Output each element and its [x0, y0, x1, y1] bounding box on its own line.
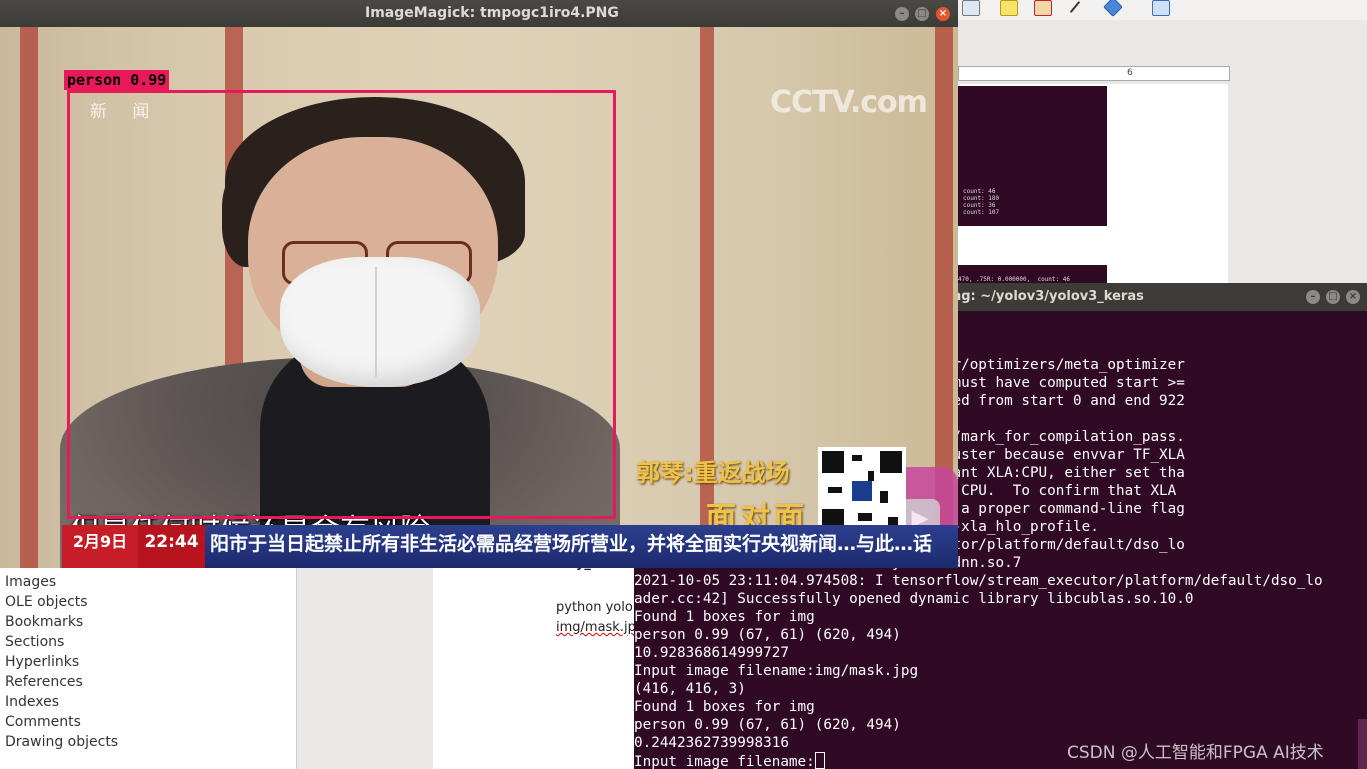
terminal-line: Found 1 boxes for img — [634, 699, 815, 715]
embedded-terminal-screenshot: count: 46 count: 180 count: 36 count: 10… — [958, 86, 1107, 226]
ruler-number: 6 — [1127, 68, 1133, 78]
edit-icon[interactable] — [1034, 0, 1052, 16]
imagemagick-window[interactable]: ImageMagick: tmpogc1iro4.PNG – □ × CCTV.… — [0, 0, 958, 568]
terminal-line: Input image filename:img/mask.jpg — [634, 663, 919, 679]
news-ticker: 2月9日 22:44 阳市于当日起禁止所有非生活必需品经营场所营业，并将全面实行… — [62, 525, 958, 568]
nav-item-images[interactable]: Images — [5, 572, 118, 592]
program-title: 郭琴:重返战场 — [636, 459, 790, 487]
qr-logo — [852, 481, 872, 501]
ticker-time: 22:44 — [138, 525, 205, 568]
navigator-panel: Images OLE objects Bookmarks Sections Hy… — [0, 566, 297, 769]
grid-icon[interactable] — [1152, 0, 1170, 16]
shape-icon[interactable] — [1103, 0, 1123, 17]
nav-item-sections[interactable]: Sections — [5, 632, 118, 652]
qr-module — [880, 491, 888, 503]
nav-item-hyperlinks[interactable]: Hyperlinks — [5, 652, 118, 672]
count-text-2: 470, .75R: 0.000000, count: 46 — [958, 276, 1070, 283]
terminal-line: person 0.99 (67, 61) (620, 494) — [634, 717, 901, 733]
nav-item-bookmarks[interactable]: Bookmarks — [5, 612, 118, 632]
maximize-icon[interactable]: □ — [1326, 290, 1340, 304]
line-icon[interactable] — [1069, 0, 1081, 14]
terminal-line: 2021-10-05 23:11:04.974508: I tensorflow… — [634, 573, 1323, 589]
maximize-icon[interactable]: □ — [915, 7, 929, 21]
terminal-title: ng: ~/yolov3/yolov3_keras — [952, 289, 1144, 304]
page-margin — [297, 566, 433, 769]
minimize-icon[interactable]: – — [1306, 290, 1320, 304]
ticker-date: 2月9日 — [62, 525, 138, 568]
nav-item-comments[interactable]: Comments — [5, 712, 118, 732]
nav-item-ole-objects[interactable]: OLE objects — [5, 592, 118, 612]
writer-toolbar — [958, 0, 1367, 20]
nav-item-drawing-objects[interactable]: Drawing objects — [5, 732, 118, 752]
document-text-line: python yolo — [556, 600, 633, 615]
terminal-line: (416, 416, 3) — [634, 681, 746, 697]
navigator-list: Images OLE objects Bookmarks Sections Hy… — [5, 572, 118, 752]
terminal-line: 10.928368614999727 — [634, 645, 789, 661]
imagemagick-titlebar[interactable]: ImageMagick: tmpogc1iro4.PNG – □ × — [0, 0, 958, 27]
qr-code — [818, 447, 906, 535]
qr-module — [868, 471, 874, 481]
terminal-line: ader.cc:42] Successfully opened dynamic … — [634, 591, 1194, 607]
terminal-line: Found 1 boxes for img — [634, 609, 815, 625]
ruler[interactable]: 6 — [958, 66, 1230, 81]
terminal-scrollbar[interactable] — [1358, 719, 1367, 769]
document-icon[interactable] — [962, 0, 980, 16]
qr-module — [858, 513, 872, 521]
terminal-cursor — [814, 752, 825, 769]
detection-bounding-box — [67, 90, 616, 519]
count-text: count: 46 count: 180 count: 36 count: 10… — [963, 188, 1000, 216]
embedded-terminal-screenshot-2: 470, .75R: 0.000000, count: 46 — [958, 265, 1107, 285]
note-icon[interactable] — [1000, 0, 1018, 16]
close-icon[interactable]: × — [1346, 290, 1360, 304]
close-icon[interactable]: × — [936, 7, 950, 21]
minimize-icon[interactable]: – — [895, 7, 909, 21]
csdn-watermark: CSDN @人工智能和FPGA AI技术 — [1067, 743, 1324, 763]
cctv-logo: CCTV.com — [770, 85, 928, 120]
terminal-line: person 0.99 (67, 61) (620, 494) — [634, 627, 901, 643]
nav-item-references[interactable]: References — [5, 672, 118, 692]
nav-item-indexes[interactable]: Indexes — [5, 692, 118, 712]
document-text-line: img/mask.jp — [556, 620, 636, 635]
background-pillar — [20, 27, 38, 568]
detection-label: person 0.99 — [64, 70, 170, 90]
qr-finder — [822, 451, 844, 473]
qr-finder — [880, 451, 902, 473]
window-title: ImageMagick: tmpogc1iro4.PNG — [365, 5, 619, 21]
qr-module — [852, 455, 862, 461]
qr-module — [828, 487, 842, 493]
ticker-text: 阳市于当日起禁止所有非生活必需品经营场所营业，并将全面实行央视新闻…与此…话 — [210, 533, 933, 555]
